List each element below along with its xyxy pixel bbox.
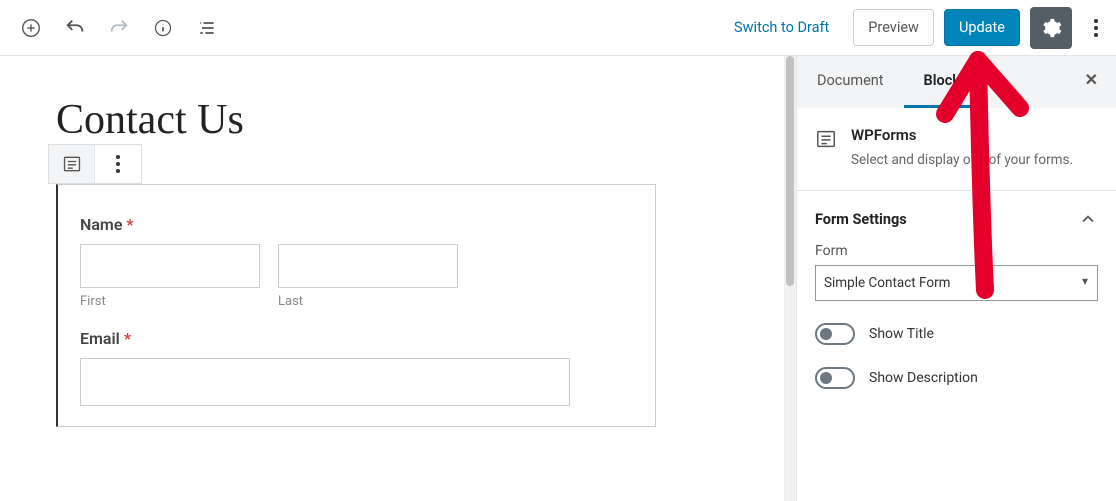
email-field-label: Email *	[80, 329, 633, 348]
first-name-input[interactable]	[80, 244, 260, 288]
toolbar-right: Switch to Draft Preview Update	[720, 7, 1106, 49]
show-description-label: Show Description	[869, 370, 978, 386]
form-settings-header[interactable]: Form Settings	[815, 209, 1098, 229]
close-sidebar-button[interactable]: ✕	[1067, 56, 1116, 108]
show-description-toggle[interactable]	[815, 367, 855, 389]
info-button[interactable]	[142, 7, 184, 49]
block-more-button[interactable]	[95, 145, 141, 183]
tab-block[interactable]: Block	[904, 56, 980, 108]
outline-button[interactable]	[186, 7, 228, 49]
form-select[interactable]: Simple Contact Form	[815, 265, 1098, 301]
undo-button[interactable]	[54, 7, 96, 49]
form-select-label: Form	[815, 243, 1098, 259]
add-block-button[interactable]	[10, 7, 52, 49]
block-info-section: WPForms Select and display one of your f…	[797, 108, 1116, 191]
show-title-toggle[interactable]	[815, 323, 855, 345]
settings-gear-button[interactable]	[1030, 7, 1072, 49]
redo-button[interactable]	[98, 7, 140, 49]
first-name-sublabel: First	[80, 294, 260, 309]
last-name-input[interactable]	[278, 244, 458, 288]
form-preview: Name * First Last Email *	[56, 184, 656, 427]
editor-scrollbar[interactable]	[784, 56, 796, 501]
update-button[interactable]: Update	[944, 9, 1020, 46]
wpforms-icon	[815, 128, 837, 150]
page-title[interactable]: Contact Us	[56, 96, 784, 144]
block-toolbar	[48, 144, 142, 184]
email-input[interactable]	[80, 358, 570, 406]
tab-document[interactable]: Document	[797, 56, 904, 108]
chevron-up-icon	[1078, 209, 1098, 229]
editor-toolbar: Switch to Draft Preview Update	[0, 0, 1116, 56]
toolbar-left	[10, 7, 720, 49]
block-description: Select and display one of your forms.	[851, 150, 1073, 170]
switch-to-draft-link[interactable]: Switch to Draft	[720, 11, 843, 44]
sidebar-tabs: Document Block ✕	[797, 56, 1116, 108]
editor-canvas[interactable]: Contact Us Name * First	[0, 56, 784, 501]
name-field-label: Name *	[80, 215, 633, 234]
scrollbar-thumb[interactable]	[786, 56, 794, 286]
wpforms-block[interactable]: Name * First Last Email *	[56, 184, 784, 427]
settings-sidebar: Document Block ✕ WPForms Select and disp…	[796, 56, 1116, 501]
block-name: WPForms	[851, 126, 1073, 144]
form-settings-section: Form Settings Form Simple Contact Form S…	[797, 191, 1116, 409]
show-title-label: Show Title	[869, 326, 934, 342]
more-options-button[interactable]	[1086, 19, 1106, 37]
last-name-sublabel: Last	[278, 294, 458, 309]
preview-button[interactable]: Preview	[853, 9, 934, 46]
block-type-icon[interactable]	[49, 145, 95, 183]
